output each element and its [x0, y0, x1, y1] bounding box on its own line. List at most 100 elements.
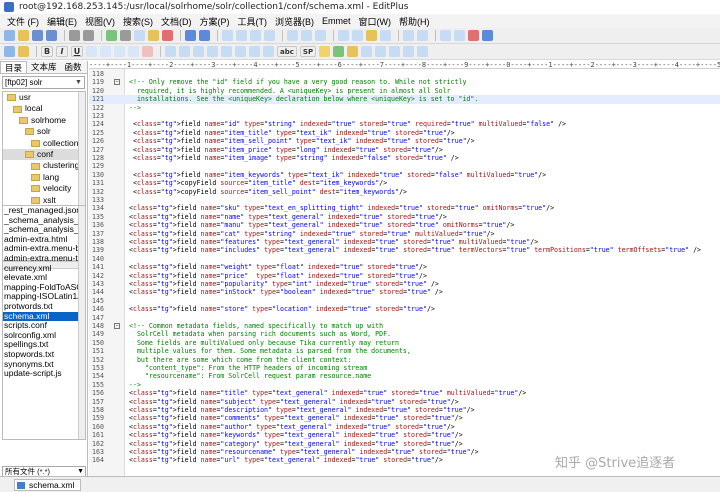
- file-list-item[interactable]: admin-extra.menu-bott: [3, 244, 85, 254]
- tree-node-solrhome[interactable]: solrhome: [3, 115, 85, 126]
- file-list-item[interactable]: _schema_analysis_stopv: [3, 216, 85, 226]
- underline-button[interactable]: U: [71, 46, 83, 57]
- menu-item-6[interactable]: 工具(T): [234, 15, 272, 28]
- align-center-icon[interactable]: [114, 46, 125, 57]
- menu-item-9[interactable]: 窗口(W): [355, 15, 396, 28]
- menu-item-5[interactable]: 方案(P): [196, 15, 234, 28]
- color-icon[interactable]: [142, 46, 153, 57]
- menu-item-4[interactable]: 文档(D): [157, 15, 196, 28]
- tab-cliptext[interactable]: 文本库: [27, 61, 61, 73]
- tree-node-collection1[interactable]: collection1: [3, 138, 85, 149]
- window-icon[interactable]: [375, 46, 386, 57]
- file-list-item[interactable]: admin-extra.html: [3, 235, 85, 245]
- tab-functions[interactable]: 函数: [61, 61, 86, 73]
- file-list-item[interactable]: mapping-FoldToASCII.t: [3, 283, 85, 293]
- window2-icon[interactable]: [389, 46, 400, 57]
- server-combo[interactable]: [ftp02] solr ▼: [2, 76, 85, 89]
- toggle2-icon[interactable]: [454, 30, 465, 41]
- close-icon[interactable]: [468, 30, 479, 41]
- document-tab[interactable]: schema.xml: [14, 479, 82, 491]
- file-list-item[interactable]: elevate.xml: [3, 273, 85, 283]
- browser-icon[interactable]: [347, 46, 358, 57]
- help-icon[interactable]: [482, 30, 493, 41]
- anchor-icon[interactable]: [207, 46, 218, 57]
- star-icon[interactable]: [319, 46, 330, 57]
- print-preview-icon[interactable]: [83, 30, 94, 41]
- check-icon[interactable]: [333, 46, 344, 57]
- ruler-icon[interactable]: [301, 30, 312, 41]
- tree-node-clustering[interactable]: clustering: [3, 160, 85, 171]
- undo-icon[interactable]: [185, 30, 196, 41]
- file-list-item[interactable]: admin-extra.menu-top.: [3, 254, 85, 264]
- menu-item-1[interactable]: 编辑(E): [43, 15, 81, 28]
- file-list-item[interactable]: spellings.txt: [3, 340, 85, 350]
- italic-button[interactable]: I: [56, 46, 68, 57]
- open-folder-icon[interactable]: [18, 46, 29, 57]
- tree-node-conf[interactable]: conf: [3, 148, 85, 161]
- tree-node-usr[interactable]: usr: [3, 92, 85, 103]
- menu-item-2[interactable]: 视图(V): [81, 15, 119, 28]
- new-file-icon[interactable]: [4, 46, 15, 57]
- menu-item-8[interactable]: Emmet: [318, 16, 355, 26]
- spell-check-icon[interactable]: [106, 30, 117, 41]
- file-list-item[interactable]: schema.xml: [3, 311, 85, 322]
- file-list-item[interactable]: _schema_analysis_synor: [3, 225, 85, 235]
- print-icon[interactable]: [69, 30, 80, 41]
- form-icon[interactable]: [249, 46, 260, 57]
- copy-icon[interactable]: [134, 30, 145, 41]
- code-editor[interactable]: 118 119 − <!-- Only remove the "id" field i…: [89, 69, 720, 476]
- chevron-down-icon[interactable]: ▼: [74, 77, 83, 88]
- file-list-item[interactable]: synonyms.txt: [3, 360, 85, 370]
- tree-node-solr[interactable]: solr: [3, 126, 85, 137]
- fold-toggle-icon[interactable]: −: [114, 79, 120, 86]
- tree-node-local[interactable]: local: [3, 103, 85, 114]
- settings-icon[interactable]: [352, 30, 363, 41]
- user-tool-icon[interactable]: [403, 30, 414, 41]
- replace-icon[interactable]: [236, 30, 247, 41]
- file-list-item[interactable]: stopwords.txt: [3, 350, 85, 360]
- directory-icon[interactable]: [366, 30, 377, 41]
- window4-icon[interactable]: [417, 46, 428, 57]
- save-icon[interactable]: [32, 30, 43, 41]
- tab-directory[interactable]: 目录: [0, 61, 28, 73]
- paste-icon[interactable]: [148, 30, 159, 41]
- menu-item-3[interactable]: 搜索(S): [119, 15, 157, 28]
- new-file-icon[interactable]: [4, 30, 15, 41]
- open-folder-icon[interactable]: [18, 30, 29, 41]
- table-icon[interactable]: [165, 46, 176, 57]
- link-icon[interactable]: [193, 46, 204, 57]
- file-list-item[interactable]: update-script.js: [3, 369, 85, 379]
- file-list-item[interactable]: mapping-ISOLatin1Acc: [3, 292, 85, 302]
- cut-icon[interactable]: [120, 30, 131, 41]
- delete-icon[interactable]: [162, 30, 173, 41]
- fold-toggle-icon[interactable]: −: [114, 323, 120, 329]
- find-in-files-icon[interactable]: [250, 30, 261, 41]
- browser-view-icon[interactable]: [417, 30, 428, 41]
- sp-button[interactable]: SP: [300, 46, 316, 57]
- hex-icon[interactable]: [338, 30, 349, 41]
- frame-icon[interactable]: [263, 46, 274, 57]
- menu-item-10[interactable]: 帮助(H): [395, 15, 434, 28]
- line-number-icon[interactable]: [315, 30, 326, 41]
- menu-item-0[interactable]: 文件 (F): [3, 15, 43, 28]
- output-icon[interactable]: [380, 30, 391, 41]
- align-left-icon[interactable]: [100, 46, 111, 57]
- tree-node-lang[interactable]: lang: [3, 172, 85, 183]
- word-wrap-icon[interactable]: [287, 30, 298, 41]
- file-list-item[interactable]: solrconfig.xml: [3, 331, 85, 341]
- list-icon[interactable]: [221, 46, 232, 57]
- find-icon[interactable]: [222, 30, 233, 41]
- save-all-icon[interactable]: [46, 30, 57, 41]
- bold-button[interactable]: B: [41, 46, 53, 57]
- window3-icon[interactable]: [403, 46, 414, 57]
- abc-button[interactable]: abc: [277, 46, 297, 57]
- redo-icon[interactable]: [199, 30, 210, 41]
- toggle-icon[interactable]: [440, 30, 451, 41]
- file-list-item[interactable]: protwords.txt: [3, 302, 85, 312]
- file-list-item[interactable]: _rest_managed.json: [3, 206, 85, 216]
- align-right-icon[interactable]: [128, 46, 139, 57]
- tree-node-velocity[interactable]: velocity: [3, 183, 85, 194]
- paragraph-icon[interactable]: [86, 46, 97, 57]
- goto-icon[interactable]: [264, 30, 275, 41]
- file-list-scrollbar[interactable]: [78, 206, 85, 439]
